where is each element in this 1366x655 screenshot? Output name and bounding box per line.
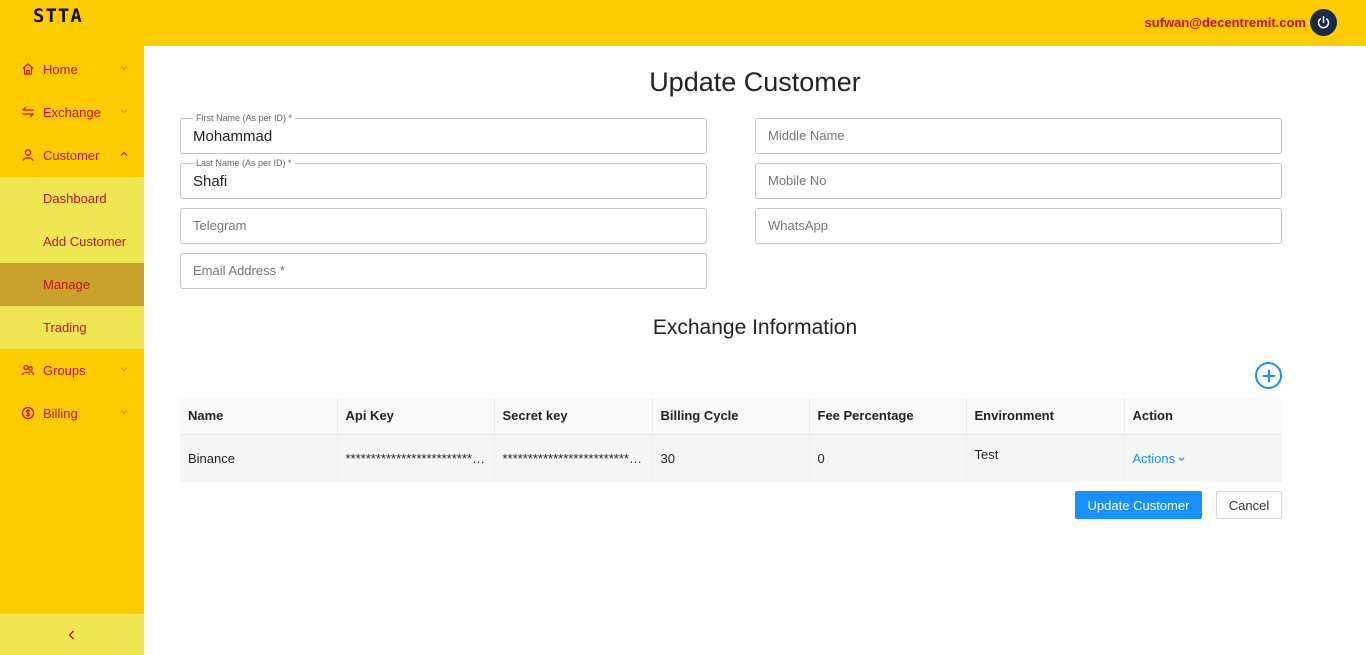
cell-environment: Test <box>966 434 1125 482</box>
last-name-label: Last Name (As per ID) * <box>193 158 295 169</box>
email-input[interactable] <box>193 263 693 278</box>
sidebar-item-customer[interactable]: Customer <box>0 134 144 177</box>
chevron-down-icon <box>120 66 128 71</box>
cell-billing-cycle: 30 <box>652 434 810 482</box>
middle-name-input[interactable] <box>768 128 1268 143</box>
column-header-billing-cycle: Billing Cycle <box>652 398 810 435</box>
sidebar: Home Exchange Customer Dashboard Add Cus… <box>0 46 144 655</box>
sidebar-item-exchange[interactable]: Exchange <box>0 91 144 134</box>
mobile-no-input[interactable] <box>768 173 1268 188</box>
cancel-button[interactable]: Cancel <box>1216 491 1282 519</box>
sidebar-item-label: Billing <box>43 406 78 421</box>
submenu-item-manage[interactable]: Manage <box>0 263 144 306</box>
page-title: Update Customer <box>649 67 861 97</box>
group-icon <box>21 364 35 376</box>
last-name-input[interactable] <box>193 173 693 190</box>
mobile-no-field[interactable] <box>755 163 1282 199</box>
sidebar-item-home[interactable]: Home <box>0 48 144 91</box>
home-icon <box>22 63 34 75</box>
last-name-field[interactable]: Last Name (As per ID) * <box>180 158 707 199</box>
whatsapp-field[interactable] <box>755 208 1282 244</box>
exchange-section-title: Exchange Information <box>652 316 858 339</box>
whatsapp-input[interactable] <box>768 218 1268 233</box>
sidebar-item-label: Customer <box>43 148 100 163</box>
sidebar-item-billing[interactable]: Billing <box>0 392 144 435</box>
chevron-down-icon <box>120 410 128 415</box>
collapse-sidebar-button[interactable] <box>0 614 144 655</box>
cell-secret-key: **************************************** <box>494 434 653 482</box>
chevron-down-icon <box>120 109 128 114</box>
sidebar-item-label: Home <box>43 62 78 77</box>
column-header-environment: Environment <box>966 398 1125 435</box>
cell-api-key: **************************************** <box>337 434 495 482</box>
sidebar-item-label: Groups <box>43 363 86 378</box>
swap-icon <box>22 106 34 118</box>
billing-icon <box>21 406 35 420</box>
sidebar-item-label: Exchange <box>43 105 101 120</box>
plus-icon <box>1262 369 1275 382</box>
chevron-down-icon <box>1178 456 1185 461</box>
submenu-item-trading[interactable]: Trading <box>0 306 144 349</box>
submenu-item-add-customer[interactable]: Add Customer <box>0 220 144 263</box>
table-header-row: Name Api Key Secret key Billing Cycle Fe… <box>180 398 1282 435</box>
actions-dropdown[interactable]: Actions <box>1133 451 1187 466</box>
logout-button[interactable] <box>1310 9 1337 36</box>
column-header-secret-key: Secret key <box>494 398 653 435</box>
submenu-item-dashboard[interactable]: Dashboard <box>0 177 144 220</box>
main-content: Update Customer First Name (As per ID) *… <box>144 46 1366 655</box>
column-header-fee-percentage: Fee Percentage <box>809 398 967 435</box>
first-name-label: First Name (As per ID) * <box>193 113 296 124</box>
cell-name: Binance <box>180 434 338 482</box>
table-row: Binance ****************************** **… <box>180 434 1282 482</box>
cell-fee-percentage: 0 <box>809 434 967 482</box>
chevron-down-icon <box>120 367 128 372</box>
email-field[interactable] <box>180 253 707 289</box>
actions-label: Actions <box>1132 450 1176 466</box>
user-icon <box>22 149 34 161</box>
middle-name-field[interactable] <box>755 118 1282 154</box>
telegram-field[interactable] <box>180 208 707 244</box>
update-customer-button[interactable]: Update Customer <box>1075 491 1202 519</box>
first-name-input[interactable] <box>193 128 693 145</box>
app-logo[interactable]: STTA <box>33 5 83 27</box>
chevron-up-icon <box>120 151 128 156</box>
chevron-left-icon <box>68 630 74 639</box>
power-icon <box>1317 15 1330 29</box>
exchange-table: Name Api Key Secret key Billing Cycle Fe… <box>180 398 1282 482</box>
sidebar-item-groups[interactable]: Groups <box>0 349 144 392</box>
user-email: sufwan@decentremit.com <box>1144 15 1307 30</box>
first-name-field[interactable]: First Name (As per ID) * <box>180 113 707 154</box>
add-exchange-button[interactable] <box>1255 362 1282 389</box>
cell-action: Actions <box>1124 434 1282 482</box>
column-header-api-key: Api Key <box>337 398 495 435</box>
column-header-action: Action <box>1124 398 1282 435</box>
telegram-input[interactable] <box>193 218 693 233</box>
customer-submenu: Dashboard Add Customer Manage Trading <box>0 177 144 349</box>
top-bar: STTA sufwan@decentremit.com <box>0 0 1366 46</box>
column-header-name: Name <box>180 398 338 435</box>
